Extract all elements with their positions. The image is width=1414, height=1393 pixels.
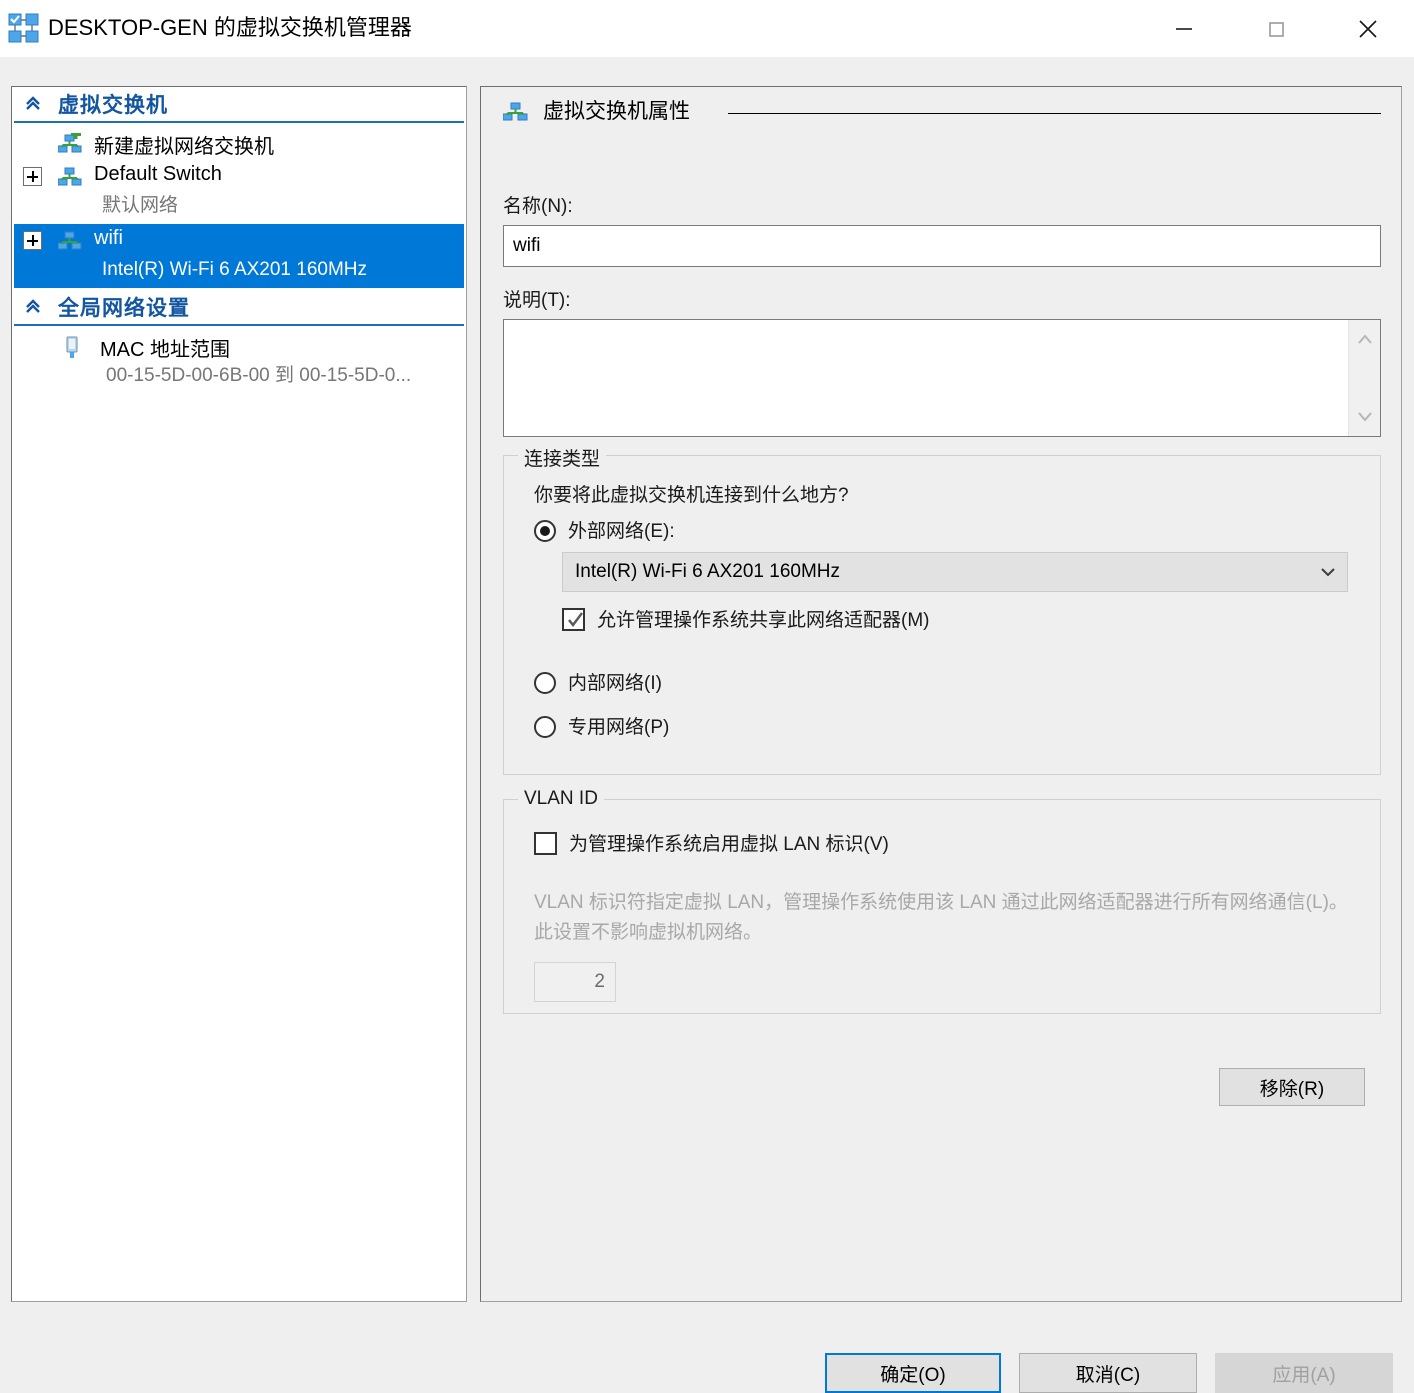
chevron-double-up-icon[interactable] [24, 298, 42, 316]
tree-item-sublabel: 默认网络 [102, 195, 179, 216]
tree-item-sublabel: 00-15-5D-00-6B-00 到 00-15-5D-0... [106, 365, 412, 386]
virtual-switch-icon [57, 230, 82, 252]
new-virtual-switch-icon [57, 130, 82, 155]
plus-icon[interactable] [23, 231, 42, 250]
checkbox-enable-vlan-identification-label: 为管理操作系统启用虚拟 LAN 标识(V) [569, 834, 889, 855]
maximize-button[interactable] [1230, 0, 1322, 57]
tree-section-virtual-switches[interactable]: 虚拟交换机 [14, 87, 464, 123]
apply-button[interactable]: 应用(A) [1215, 1353, 1393, 1393]
tree-item-mac-address-range[interactable]: MAC 地址范围 [14, 330, 464, 363]
vlan-id-group: VLAN ID 为管理操作系统启用虚拟 LAN 标识(V) VLAN 标识符指定… [503, 788, 1381, 1014]
tree-section-label: 全局网络设置 [58, 297, 190, 320]
virtual-switch-tree[interactable]: 虚拟交换机 新建虚拟网络交换机 Default Switch 默认网络 wifi… [11, 86, 467, 1302]
chevron-down-icon[interactable] [1319, 565, 1337, 579]
radio-unselected-icon [534, 716, 556, 738]
radio-private-network-label: 专用网络(P) [568, 717, 670, 738]
minimize-icon [1176, 27, 1192, 30]
mac-address-icon [62, 336, 86, 358]
tree-item-label: Default Switch [94, 163, 222, 185]
tree-section-global-network-settings[interactable]: 全局网络设置 [14, 290, 464, 326]
checkbox-unchecked-icon [534, 832, 557, 855]
check-icon [562, 608, 585, 631]
chevron-down-icon[interactable] [1349, 400, 1381, 432]
network-adapter-selected-value: Intel(R) Wi-Fi 6 AX201 160MHz [575, 561, 841, 582]
maximize-icon [1269, 21, 1284, 37]
radio-internal-network-label: 内部网络(I) [568, 673, 662, 694]
dialog-body: 虚拟交换机 新建虚拟网络交换机 Default Switch 默认网络 wifi… [0, 57, 1414, 1393]
switch-description-input[interactable] [504, 320, 1348, 436]
tree-item-sublabel: Intel(R) Wi-Fi 6 AX201 160MHz [14, 257, 464, 288]
title-bar: DESKTOP-GEN 的虚拟交换机管理器 [0, 0, 1414, 57]
switch-properties-panel: 虚拟交换机属性 名称(N): 说明(T): [480, 86, 1402, 1302]
virtual-switch-icon [502, 101, 529, 123]
tree-item-label: MAC 地址范围 [100, 339, 230, 361]
tree-item-wifi[interactable]: wifi [14, 224, 464, 257]
checkbox-allow-management-os-share-label: 允许管理操作系统共享此网络适配器(M) [597, 610, 930, 631]
properties-header: 虚拟交换机属性 [502, 97, 1381, 127]
chevron-double-up-icon[interactable] [24, 95, 42, 113]
properties-header-title: 虚拟交换机属性 [543, 100, 690, 123]
tree-item-label: wifi [94, 227, 123, 249]
description-field-wrapper[interactable] [503, 319, 1381, 437]
network-adapter-dropdown[interactable]: Intel(R) Wi-Fi 6 AX201 160MHz [562, 552, 1348, 592]
connection-type-question: 你要将此虚拟交换机连接到什么地方? [534, 485, 849, 506]
connection-type-group-title: 连接类型 [518, 444, 607, 471]
window-title: DESKTOP-GEN 的虚拟交换机管理器 [48, 15, 412, 40]
remove-button[interactable]: 移除(R) [1219, 1068, 1365, 1106]
name-label: 名称(N): [503, 196, 573, 217]
header-divider [728, 113, 1381, 114]
vlan-description-text: VLAN 标识符指定虚拟 LAN，管理操作系统使用该 LAN 通过此网络适配器进… [534, 892, 1348, 943]
minimize-button[interactable] [1138, 0, 1230, 57]
cancel-button[interactable]: 取消(C) [1019, 1353, 1197, 1393]
tree-item-new-virtual-switch[interactable]: 新建虚拟网络交换机 [14, 127, 464, 160]
description-label: 说明(T): [503, 290, 571, 311]
close-icon [1359, 19, 1377, 38]
virtual-switch-manager-icon [8, 12, 40, 44]
tree-section-label: 虚拟交换机 [58, 94, 168, 117]
plus-icon[interactable] [23, 167, 42, 186]
ok-button[interactable]: 确定(O) [825, 1353, 1001, 1393]
virtual-switch-icon [57, 166, 82, 188]
chevron-up-icon[interactable] [1349, 324, 1381, 356]
radio-external-network-label: 外部网络(E): [568, 521, 675, 542]
tree-item-default-switch[interactable]: Default Switch [14, 160, 464, 193]
vlan-id-input[interactable] [534, 962, 616, 1002]
radio-selected-icon [534, 520, 556, 542]
connection-type-group: 连接类型 你要将此虚拟交换机连接到什么地方? 外部网络(E): Intel(R)… [503, 444, 1381, 775]
tree-item-label: 新建虚拟网络交换机 [94, 136, 274, 158]
description-scrollbar[interactable] [1348, 320, 1380, 436]
close-button[interactable] [1322, 0, 1414, 57]
radio-unselected-icon [534, 672, 556, 694]
switch-name-input[interactable] [503, 225, 1381, 267]
vlan-id-group-title: VLAN ID [518, 788, 604, 810]
